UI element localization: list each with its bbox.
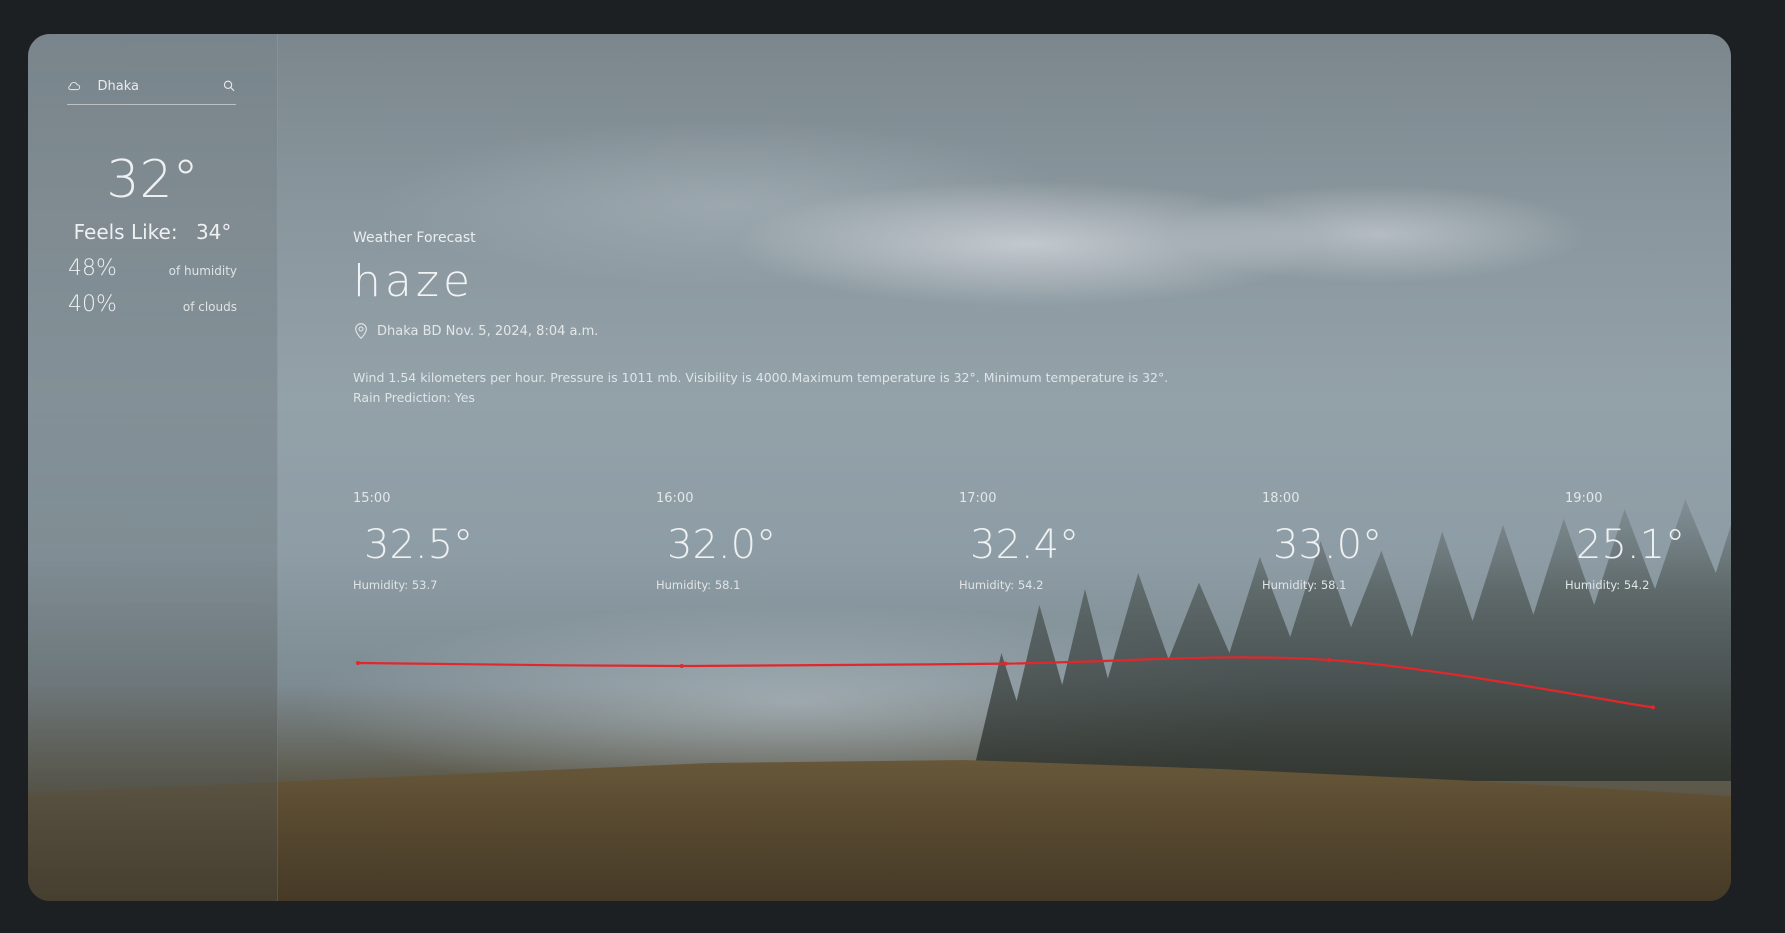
clouds-value: 40%	[68, 292, 117, 317]
hourly-item: 18:00 33.0° Humidity: 58.1	[1262, 491, 1442, 592]
search-input[interactable]	[95, 77, 210, 95]
feels-like: Feels Like: 34°	[28, 220, 277, 244]
sidebar: 32° Feels Like: 34° 48% of humidity 40% …	[28, 34, 278, 901]
hourly-item: 19:00 25.1° Humidity: 54.2	[1565, 491, 1731, 592]
location-text: Dhaka BD Nov. 5, 2024, 8:04 a.m.	[377, 323, 599, 339]
humidity-stat: 48% of humidity	[68, 256, 237, 281]
weather-app-window: 32° Feels Like: 34° 48% of humidity 40% …	[28, 34, 1731, 901]
rain-prediction: Rain Prediction: Yes	[353, 390, 475, 405]
hourly-item: 16:00 32.0° Humidity: 58.1	[656, 491, 836, 592]
weather-description: Wind 1.54 kilometers per hour. Pressure …	[353, 368, 1253, 408]
hour-time: 18:00	[1262, 491, 1300, 506]
location-pin-icon	[355, 323, 367, 340]
current-temperature: 32°	[106, 150, 199, 210]
feels-like-value: 34°	[195, 220, 232, 244]
hour-time: 17:00	[959, 491, 997, 506]
temperature-point	[356, 661, 360, 665]
hour-humidity: Humidity: 53.7	[353, 578, 438, 592]
feels-like-label: Feels Like:	[73, 220, 178, 244]
temperature-point	[679, 664, 684, 668]
clouds-stat: 40% of clouds	[68, 292, 237, 317]
hour-temp: 32.4°	[970, 522, 1080, 568]
hour-humidity: Humidity: 58.1	[1262, 578, 1347, 592]
search-icon[interactable]	[222, 78, 237, 94]
temperature-line-chart	[356, 656, 1655, 710]
forecast-subtitle: Weather Forecast	[353, 230, 476, 246]
hourly-item: 17:00 32.4° Humidity: 54.2	[959, 491, 1139, 592]
hour-time: 16:00	[656, 491, 694, 506]
hour-temp: 33.0°	[1273, 522, 1383, 568]
temperature-point	[1003, 661, 1008, 666]
hour-time: 15:00	[353, 491, 391, 506]
hour-humidity: Humidity: 58.1	[656, 578, 741, 592]
hour-temp: 32.5°	[364, 522, 474, 568]
weather-condition: haze	[353, 256, 475, 307]
location-line: Dhaka BD Nov. 5, 2024, 8:04 a.m.	[353, 322, 598, 340]
description-text: Wind 1.54 kilometers per hour. Pressure …	[353, 370, 1169, 385]
humidity-label: of humidity	[168, 264, 237, 278]
temperature-point	[1651, 705, 1655, 710]
hour-time: 19:00	[1565, 491, 1603, 506]
city-search	[67, 68, 236, 105]
clouds-label: of clouds	[182, 300, 237, 314]
temperature-point	[1327, 658, 1332, 662]
cloud-icon	[68, 82, 81, 91]
hour-humidity: Humidity: 54.2	[959, 578, 1044, 592]
humidity-value: 48%	[68, 256, 117, 281]
hour-temp: 32.0°	[667, 522, 777, 568]
hourly-item: 15:00 32.5° Humidity: 53.7	[353, 491, 533, 592]
hour-humidity: Humidity: 54.2	[1565, 578, 1650, 592]
hour-temp: 25.1°	[1576, 522, 1686, 568]
forecast-panel: Weather Forecast haze Dhaka BD Nov. 5, 2…	[353, 34, 1731, 901]
